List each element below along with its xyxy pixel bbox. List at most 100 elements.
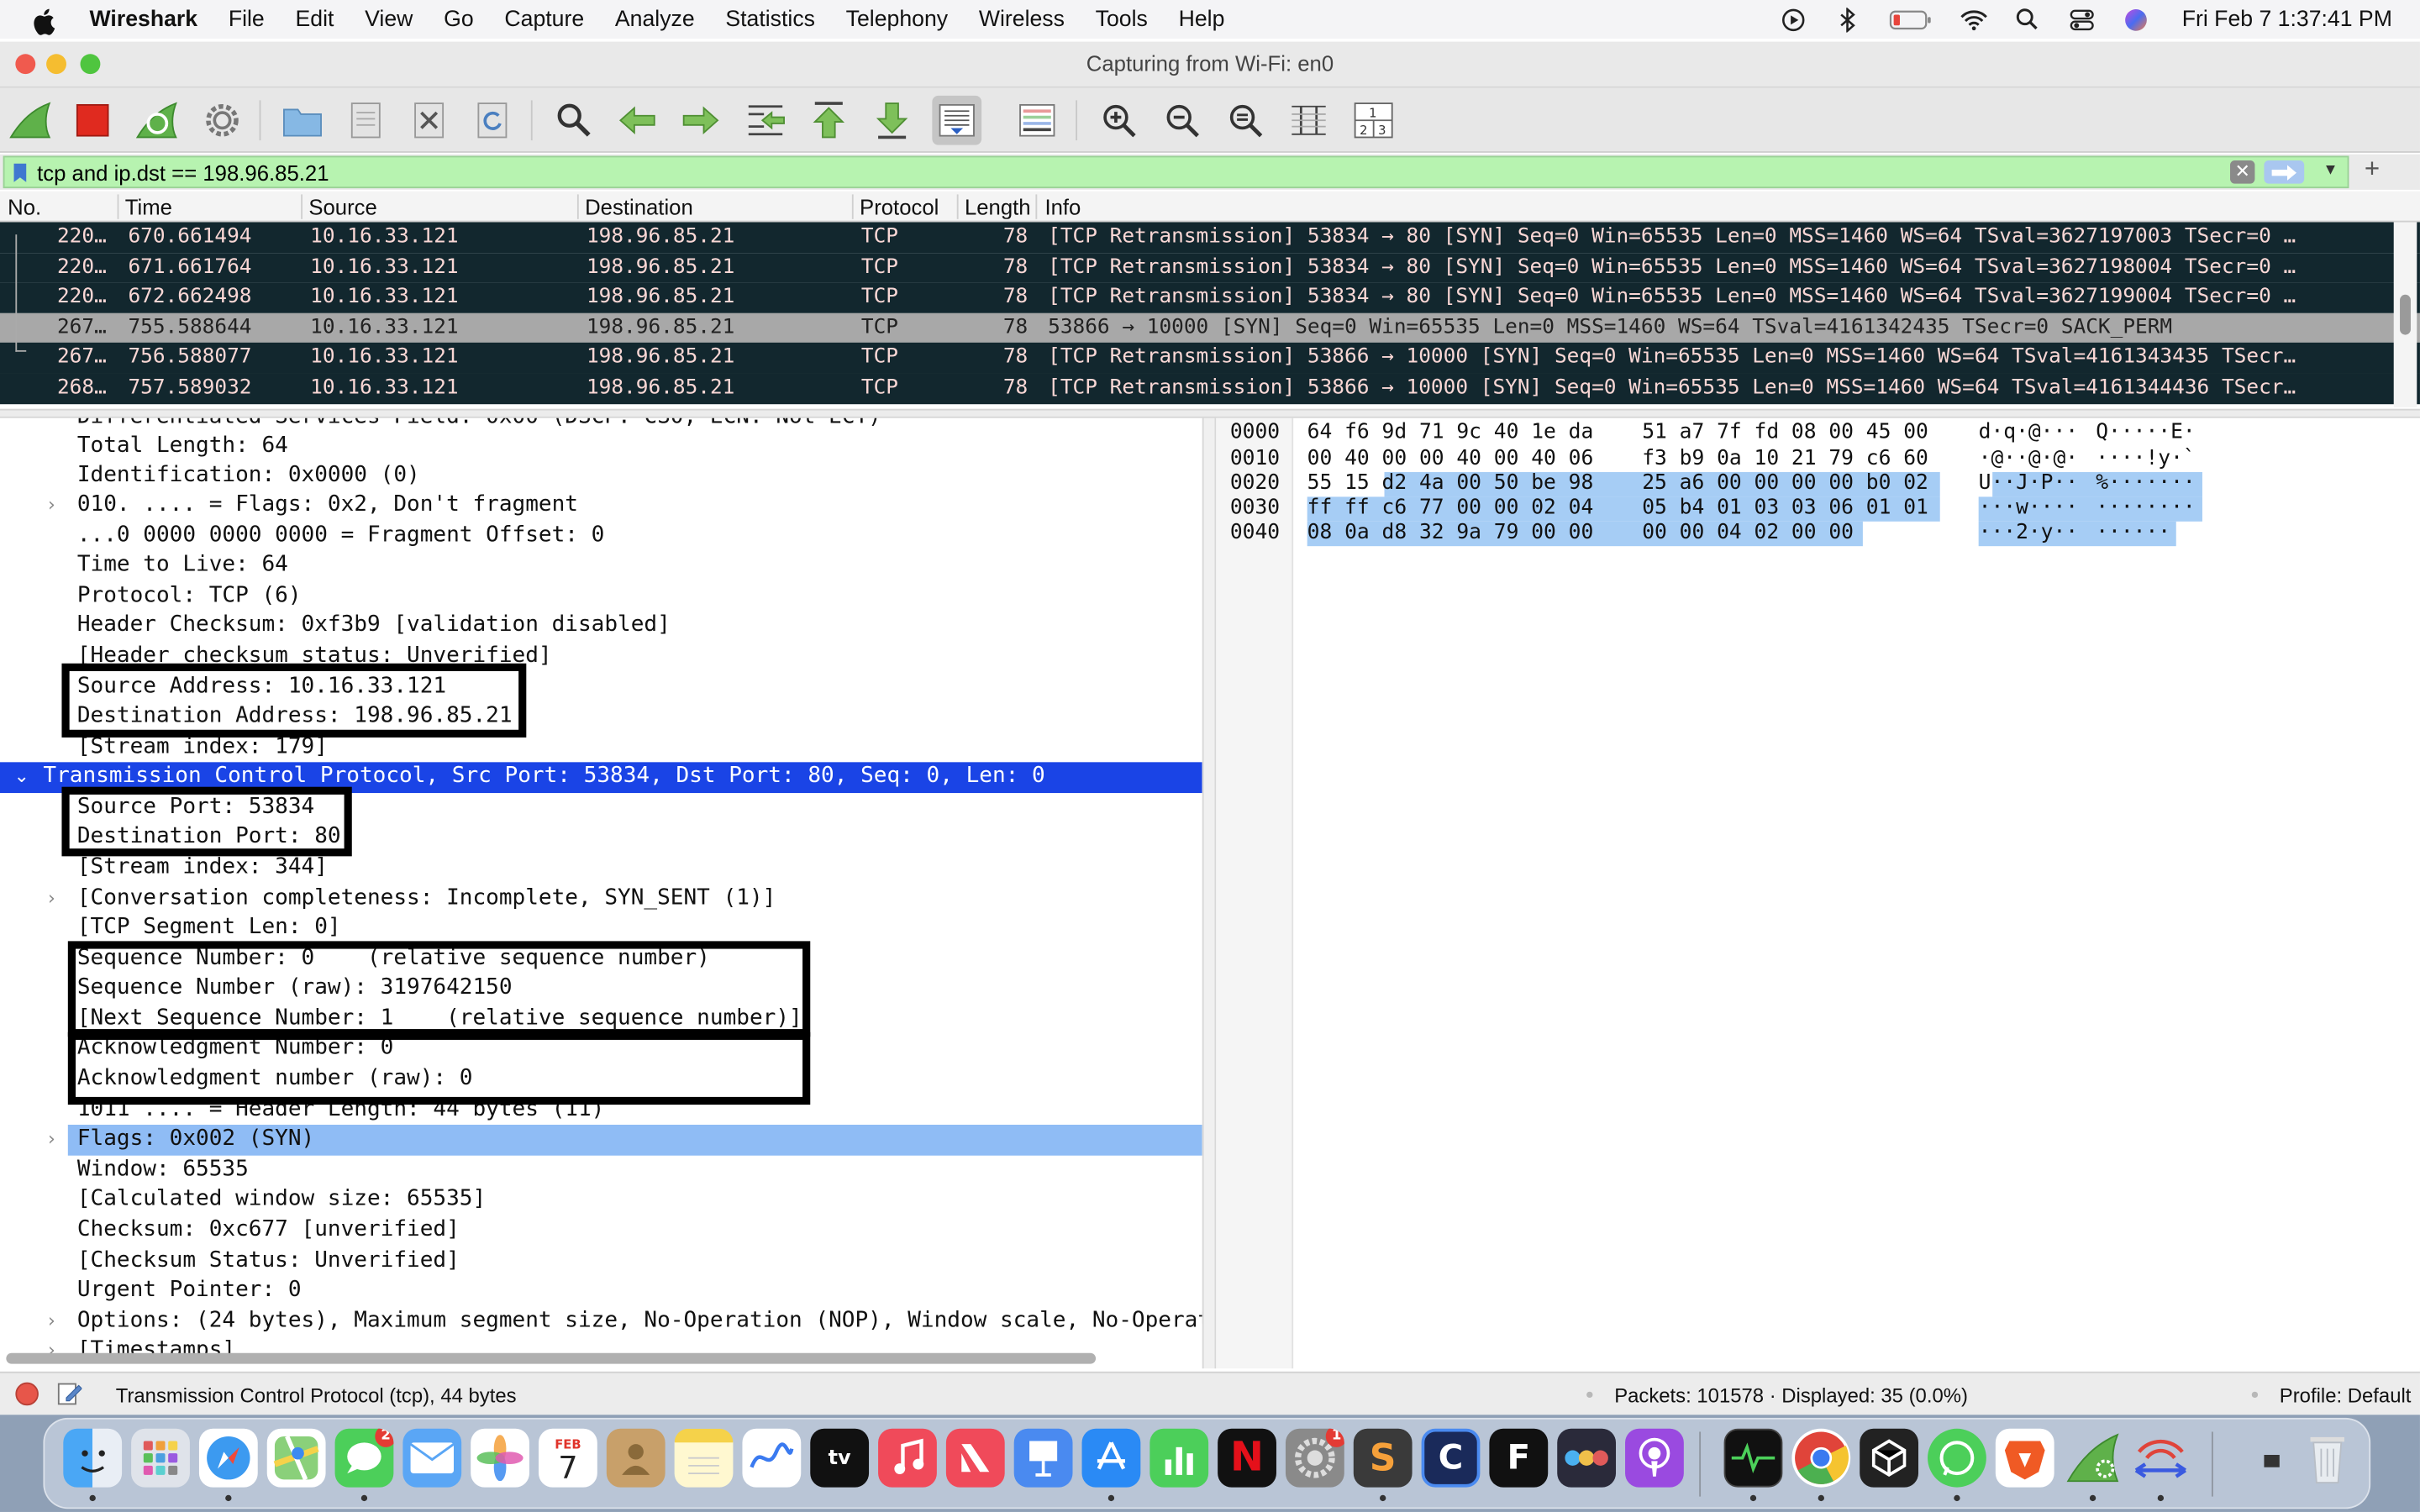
menu-analyze[interactable]: Analyze	[615, 7, 695, 31]
colorize-packet-list-icon[interactable]	[1013, 96, 1062, 145]
packet-row[interactable]: 220… 671.661764 10.16.33.121 198.96.85.2…	[0, 252, 2420, 283]
column-source[interactable]: Source	[308, 194, 376, 218]
packet-row[interactable]: 220… 672.662498 10.16.33.121 198.96.85.2…	[0, 282, 2420, 313]
tree-item[interactable]: [Checksum Status: Unverified]	[0, 1247, 1202, 1277]
packet-row-selected[interactable]: 267… 755.588644 10.16.33.121 198.96.85.2…	[0, 312, 2420, 344]
mail-icon[interactable]	[402, 1428, 462, 1488]
normal-size-icon[interactable]	[1221, 96, 1270, 145]
wireshark-dock-fin-icon[interactable]	[2064, 1429, 2123, 1488]
screen-recording-icon[interactable]	[1779, 7, 1807, 31]
bytes-row[interactable]: 0010 00 40 00 00 40 00 40 06 f3 b9 0a 10…	[1216, 448, 2196, 473]
go-forward-arrow-icon[interactable]	[676, 96, 725, 145]
chevron-right-icon[interactable]: ›	[48, 1125, 55, 1155]
resize-columns-icon[interactable]	[1284, 96, 1334, 145]
save-file-icon[interactable]	[341, 96, 391, 145]
calendar-icon[interactable]: FEB 7	[539, 1428, 597, 1488]
menubar-clock[interactable]: Fri Feb 7 1:37:41 PM	[2182, 7, 2392, 31]
tree-item[interactable]: [Next Sequence Number: 1 (relative seque…	[0, 1005, 1202, 1035]
siri-icon[interactable]	[2122, 7, 2149, 31]
f-app-icon[interactable]: F	[1489, 1428, 1549, 1488]
tree-item[interactable]: Urgent Pointer: 0	[0, 1276, 1202, 1306]
auto-scroll-icon[interactable]	[932, 95, 982, 145]
trash-icon[interactable]	[2298, 1429, 2357, 1488]
netflix-icon[interactable]: N	[1218, 1428, 1276, 1488]
column-length[interactable]: Length	[965, 194, 1033, 218]
network-radar-icon[interactable]	[2131, 1429, 2190, 1488]
zoom-in-icon[interactable]	[1094, 96, 1144, 145]
podcasts-icon[interactable]	[1625, 1428, 1684, 1488]
capture-options-gear-icon[interactable]	[197, 96, 247, 145]
tree-item[interactable]: Sequence Number (raw): 3197642150	[0, 974, 1202, 1004]
tree-item[interactable]: Protocol: TCP (6)	[0, 581, 1202, 612]
sublime-text-icon[interactable]: S	[1353, 1428, 1413, 1488]
tree-item[interactable]: Acknowledgment number (raw): 0	[0, 1064, 1202, 1095]
menu-statistics[interactable]: Statistics	[725, 7, 815, 31]
details-horizontal-scrollbar[interactable]	[6, 1352, 1097, 1364]
messages-icon[interactable]: 2	[334, 1428, 394, 1488]
safari-icon[interactable]	[198, 1428, 258, 1488]
tree-item[interactable]: [Header checksum status: Unverified]	[0, 642, 1202, 672]
column-protocol[interactable]: Protocol	[860, 194, 939, 218]
layout-panes-icon[interactable]: 123	[1349, 96, 1398, 145]
pane-splitter-horizontal[interactable]	[0, 408, 2420, 418]
numbers-icon[interactable]	[1150, 1428, 1209, 1488]
whatsapp-icon[interactable]	[1928, 1428, 1986, 1488]
menu-tools[interactable]: Tools	[1096, 7, 1148, 31]
battery-icon[interactable]	[1887, 7, 1933, 31]
open-file-folder-icon[interactable]	[278, 96, 328, 145]
tree-item[interactable]: Total Length: 64	[0, 432, 1202, 462]
status-profile[interactable]: Profile: Default	[2280, 1384, 2412, 1408]
menu-edit[interactable]: Edit	[295, 7, 334, 31]
contacts-icon[interactable]	[606, 1428, 666, 1488]
restart-capture-icon[interactable]	[133, 96, 182, 145]
start-capture-fin-icon[interactable]	[6, 96, 55, 145]
pane-splitter-vertical[interactable]	[1202, 417, 1217, 1369]
menu-wireless[interactable]: Wireless	[979, 7, 1065, 31]
tree-item[interactable]: 1011 .... = Header Length: 44 bytes (11)	[0, 1095, 1202, 1126]
tree-item[interactable]: Destination Port: 80	[0, 822, 1202, 853]
chevron-right-icon[interactable]: ›	[48, 1307, 55, 1337]
filter-history-chevron-down-icon[interactable]: ▼	[2320, 162, 2342, 184]
tree-item[interactable]: Sequence Number: 0 (relative sequence nu…	[0, 944, 1202, 974]
filter-bookmark-icon[interactable]	[9, 160, 31, 184]
add-filter-button[interactable]: +	[2365, 155, 2380, 186]
multi-dot-app-icon[interactable]	[1557, 1428, 1617, 1488]
find-packet-search-icon[interactable]	[550, 96, 599, 145]
news-icon[interactable]	[945, 1428, 1005, 1488]
apple-tv-icon[interactable]: tv	[810, 1428, 870, 1488]
column-no[interactable]: No.	[8, 194, 41, 218]
tree-item[interactable]: ...0 0000 0000 0000 = Fragment Offset: 0	[0, 522, 1202, 552]
music-icon[interactable]	[878, 1428, 937, 1488]
chrome-icon[interactable]	[1791, 1428, 1851, 1488]
wifi-icon[interactable]	[1960, 7, 1987, 31]
packet-row[interactable]: 220… 670.661494 10.16.33.121 198.96.85.2…	[0, 222, 2420, 253]
menu-capture[interactable]: Capture	[504, 7, 584, 31]
tree-item[interactable]: [Stream index: 179]	[0, 732, 1202, 763]
tree-item[interactable]: [Calculated window size: 65535]	[0, 1185, 1202, 1215]
box-app-icon[interactable]	[1860, 1428, 1919, 1488]
spotlight-search-icon[interactable]	[2014, 7, 2042, 31]
apply-filter-arrow-icon[interactable]	[2264, 160, 2305, 184]
downloads-stack-icon[interactable]	[2243, 1429, 2302, 1488]
chevron-down-icon[interactable]: ⌄	[14, 762, 29, 792]
expert-info-indicator-icon[interactable]	[15, 1382, 39, 1406]
column-time[interactable]: Time	[125, 194, 172, 218]
finder-icon[interactable]	[63, 1428, 123, 1488]
tree-item[interactable]: Window: 65535	[0, 1156, 1202, 1186]
packet-list-scrollbar[interactable]	[2393, 222, 2417, 407]
bytes-row[interactable]: 0040 08 0a d8 32 9a 79 00 00 00 00 04 02…	[1216, 522, 2170, 547]
app-store-icon[interactable]	[1081, 1428, 1141, 1488]
bluetooth-icon[interactable]	[1833, 7, 1861, 32]
packet-row[interactable]: 268… 757.589032 10.16.33.121 198.96.85.2…	[0, 373, 2420, 404]
launchpad-icon[interactable]	[131, 1428, 190, 1488]
go-first-packet-icon[interactable]	[804, 96, 854, 145]
bytes-row[interactable]: 0000 64 f6 9d 71 9c 40 1e da 51 a7 7f fd…	[1216, 421, 2196, 446]
close-file-icon[interactable]	[404, 96, 454, 145]
menu-view[interactable]: View	[365, 7, 413, 31]
bytes-row[interactable]: 0020 55 15 d2 4a 00 50 be 98 25 a6 00 00…	[1216, 472, 2196, 497]
system-settings-gear-icon[interactable]: 1	[1285, 1428, 1344, 1488]
maps-icon[interactable]	[266, 1428, 326, 1488]
display-filter-input[interactable]	[30, 157, 2192, 187]
go-back-arrow-icon[interactable]	[613, 96, 662, 145]
column-destination[interactable]: Destination	[585, 194, 693, 218]
